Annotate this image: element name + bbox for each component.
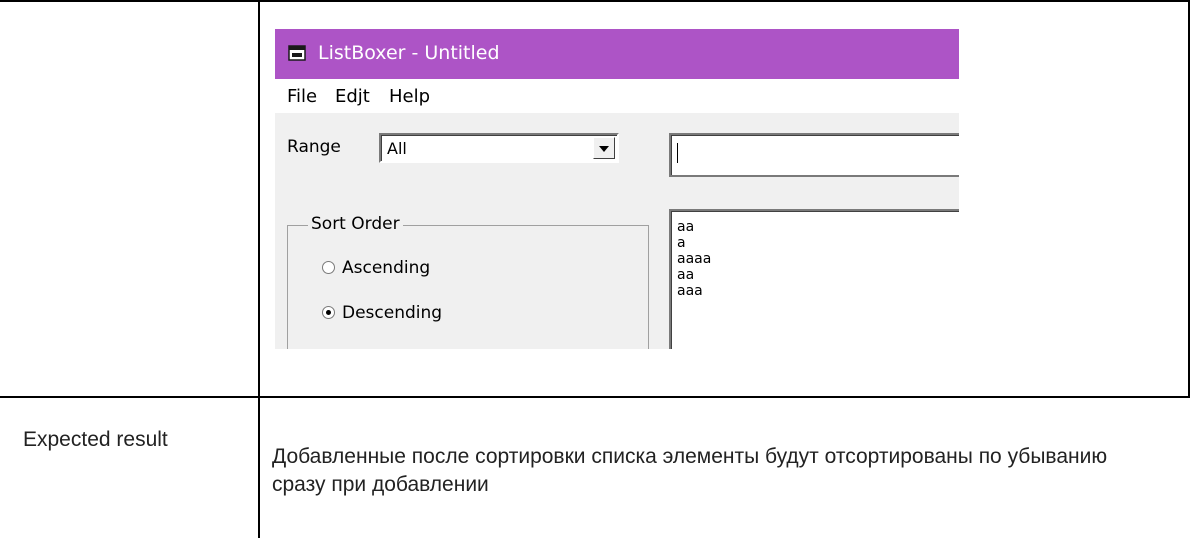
table-row-divider [0, 396, 1190, 398]
range-label: Range [287, 137, 341, 157]
sort-order-group: Sort Order Ascending Descending [287, 214, 649, 349]
list-item[interactable]: a [677, 235, 686, 251]
expected-result-label: Expected result [23, 428, 168, 451]
table-border-left-column [258, 0, 260, 538]
list-item[interactable]: aaa [677, 283, 703, 299]
range-combobox[interactable]: All [379, 133, 619, 163]
list-item[interactable]: aa [677, 219, 694, 235]
radio-descending-button[interactable] [322, 306, 335, 319]
sort-order-title: Sort Order [308, 214, 403, 234]
item-input[interactable] [669, 133, 959, 177]
radio-ascending-button[interactable] [322, 261, 335, 274]
window-title: ListBoxer - Untitled [318, 42, 500, 64]
menu-edit[interactable]: Edjt [335, 86, 370, 107]
chevron-down-icon[interactable] [593, 137, 615, 159]
table-border-top [0, 0, 1190, 2]
app-screenshot: ListBoxer - Untitled File Edjt Help Rang… [275, 29, 959, 349]
menu-help[interactable]: Help [389, 86, 430, 107]
radio-descending-label[interactable]: Descending [342, 303, 442, 323]
items-listbox[interactable]: aa a aaaa aa aaa [669, 209, 959, 349]
app-window-icon [288, 45, 306, 61]
window-titlebar[interactable]: ListBoxer - Untitled [275, 29, 959, 79]
text-caret [677, 143, 678, 163]
menu-file[interactable]: File [287, 86, 317, 107]
list-item[interactable]: aa [677, 267, 694, 283]
expected-result-text: Добавленные после сортировки списка элем… [272, 445, 1108, 496]
list-item[interactable]: aaaa [677, 251, 711, 267]
radio-ascending-label[interactable]: Ascending [342, 258, 430, 278]
menu-bar: File Edjt Help [275, 79, 959, 113]
range-selected-value: All [387, 139, 407, 158]
